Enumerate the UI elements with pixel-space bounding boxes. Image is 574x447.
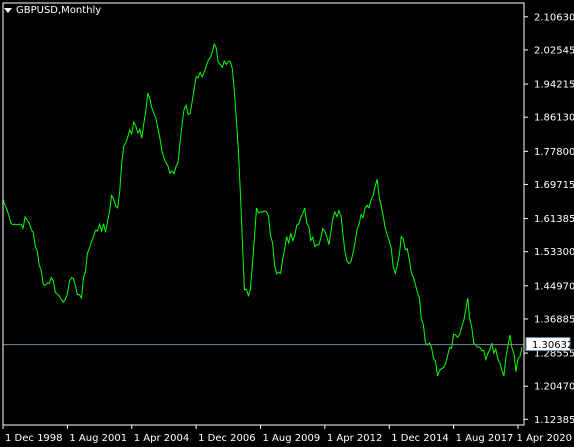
y-tick-label: 1.53300 <box>534 247 574 258</box>
x-tick-label: 1 Apr 2012 <box>327 433 382 444</box>
y-tick-label: 1.94215 <box>534 80 574 91</box>
time-axis[interactable]: 1 Dec 1998 1 Aug 2001 1 Apr 2004 1 Dec 2006… <box>2 425 572 444</box>
y-tick-label: 1.20470 <box>534 382 574 393</box>
x-tick-label: 1 Dec 2014 <box>391 433 449 444</box>
price-line-group <box>2 42 523 376</box>
dropdown-triangle-icon[interactable] <box>4 7 12 13</box>
current-price-label: 1.30632 <box>532 340 573 351</box>
price-axis[interactable]: 2.10630 2.02545 1.94215 1.86130 1.77800 1.697… <box>524 12 574 426</box>
x-tick-label: 1 Apr 2020 <box>517 433 572 444</box>
price-chart[interactable]: 2.10630 2.02545 1.94215 1.86130 1.77800 1.697… <box>0 0 574 447</box>
y-tick-label: 1.69715 <box>534 180 574 191</box>
y-tick-label: 1.36885 <box>534 314 574 325</box>
x-tick-label: 1 Dec 1998 <box>5 433 63 444</box>
y-tick-label: 1.44970 <box>534 281 574 292</box>
price-series-line <box>2 42 523 376</box>
current-price-badge: 1.30632 <box>525 337 573 352</box>
y-tick-label: 1.77800 <box>534 147 574 158</box>
y-tick-label: 2.10630 <box>534 12 574 23</box>
x-tick-label: 1 Aug 2009 <box>262 433 320 444</box>
symbol-label: GBPUSD,Monthly <box>16 4 102 16</box>
y-tick-label: 2.02545 <box>534 45 574 56</box>
x-tick-label: 1 Dec 2006 <box>198 433 256 444</box>
chart-window[interactable]: 2.10630 2.02545 1.94215 1.86130 1.77800 1.697… <box>0 0 574 447</box>
y-tick-label: 1.61385 <box>534 214 574 225</box>
symbol-header[interactable]: GBPUSD,Monthly <box>4 3 101 17</box>
y-tick-label: 1.12385 <box>534 415 574 426</box>
x-tick-label: 1 Aug 2017 <box>456 433 514 444</box>
y-tick-label: 1.86130 <box>534 113 574 124</box>
x-tick-label: 1 Apr 2004 <box>134 433 189 444</box>
x-tick-label: 1 Aug 2001 <box>69 433 127 444</box>
